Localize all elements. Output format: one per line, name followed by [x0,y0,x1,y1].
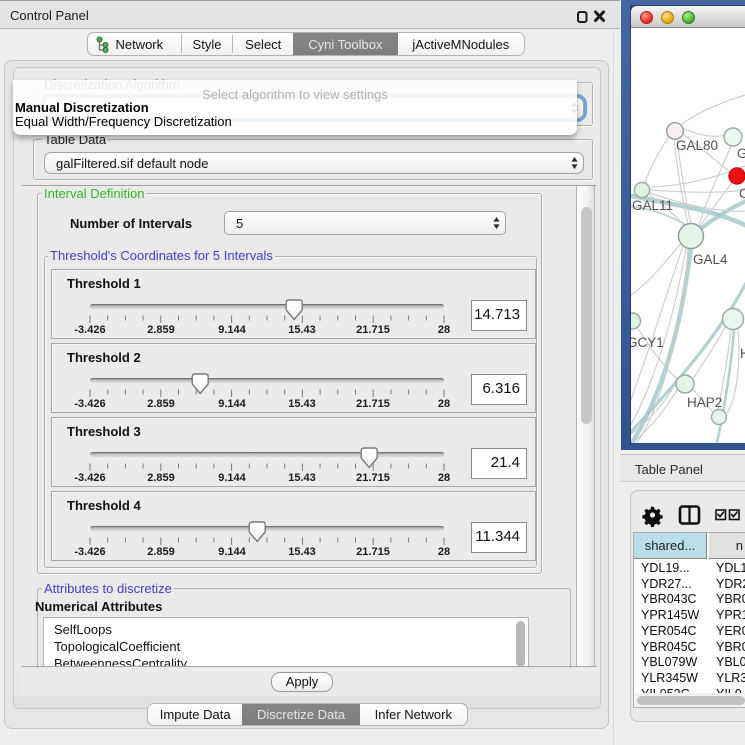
svg-text:GAL4: GAL4 [693,252,728,267]
svg-text:GAL11: GAL11 [632,198,673,213]
svg-text:HAP2: HAP2 [687,395,722,410]
svg-text:H: H [740,346,745,361]
svg-text:GA: GA [737,146,745,161]
svg-text:GCY1: GCY1 [631,335,664,350]
svg-text:C: C [739,186,745,201]
svg-text:GAL80: GAL80 [676,138,718,153]
